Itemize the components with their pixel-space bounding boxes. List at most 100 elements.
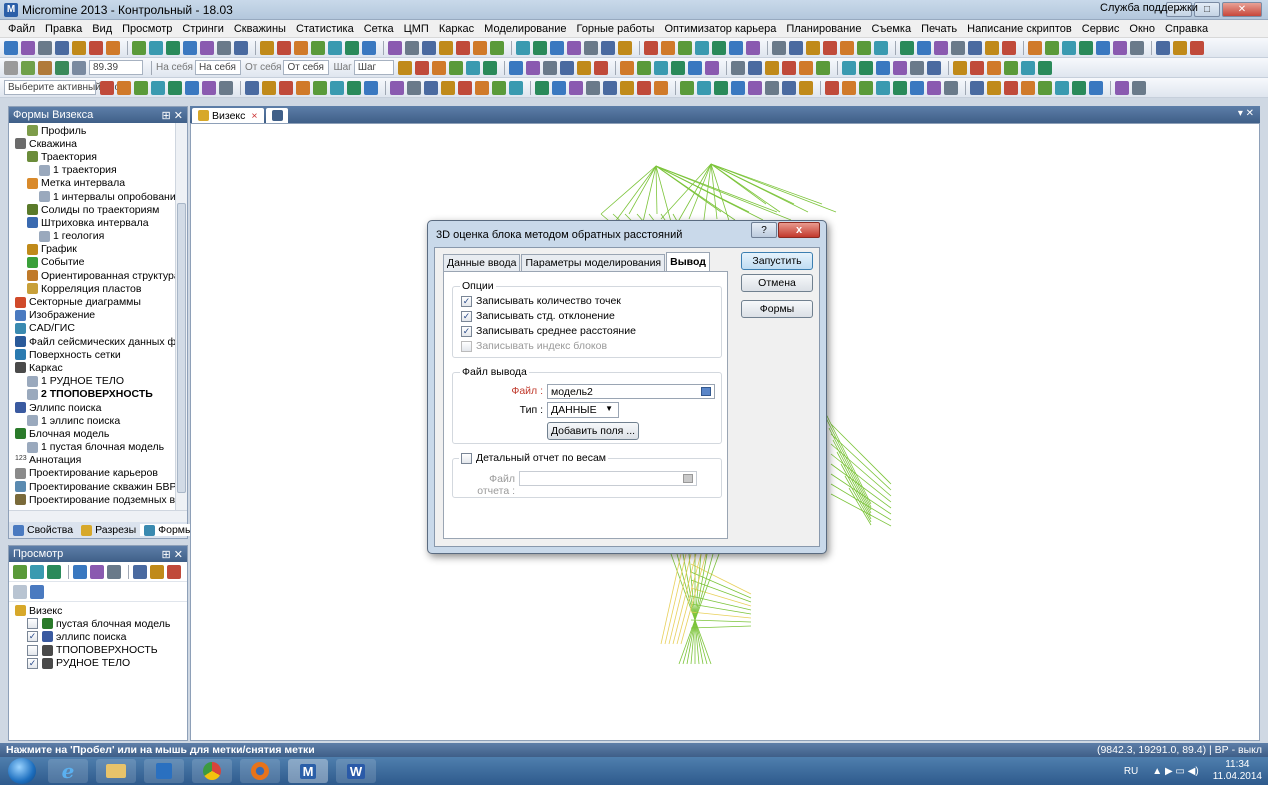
toolbar-icon[interactable]	[654, 80, 668, 95]
toolbar-icon[interactable]	[781, 60, 796, 75]
toolbar-icon[interactable]	[1003, 60, 1018, 75]
toolbar-icon[interactable]	[620, 80, 634, 95]
tree-item[interactable]: График	[9, 243, 175, 256]
toolbar-icon[interactable]	[106, 40, 120, 55]
close-tab-icon[interactable]: ×	[251, 110, 257, 122]
checkbox-box[interactable]: ✓	[461, 295, 472, 307]
active-layer-select[interactable]: Выберите активный слой	[4, 80, 126, 95]
toolbar-icon[interactable]	[535, 80, 549, 95]
toolbar-icon[interactable]	[134, 80, 148, 95]
menu-item[interactable]: Оптимизатор карьера	[660, 23, 782, 35]
toolbar-icon[interactable]	[150, 564, 164, 579]
tree-item[interactable]: Ориентированная структура	[9, 269, 175, 282]
menu-item[interactable]: Файл	[4, 23, 41, 35]
toolbar-icon[interactable]	[637, 80, 651, 95]
toolbar-icon[interactable]	[952, 60, 967, 75]
toolbar-icon[interactable]	[874, 40, 888, 55]
toolbar-icon[interactable]	[1156, 40, 1170, 55]
menu-support[interactable]: Служба поддержки	[1100, 2, 1198, 14]
toolbar-icon[interactable]	[764, 60, 779, 75]
file-picker-icon[interactable]	[701, 387, 711, 396]
write-std-dev-checkbox[interactable]: ✓ Записывать стд. отклонение	[461, 310, 615, 322]
menu-item[interactable]: Каркас	[435, 23, 480, 35]
toolbar-icon[interactable]	[1055, 80, 1069, 95]
toolbar-icon[interactable]	[697, 80, 711, 95]
chrome-icon[interactable]	[192, 759, 232, 783]
toolbar-icon[interactable]	[441, 80, 455, 95]
toolbar-icon[interactable]	[969, 60, 984, 75]
toolbar-icon[interactable]	[985, 40, 999, 55]
toolbar-icon[interactable]	[823, 40, 837, 55]
toolbar-icon[interactable]	[482, 60, 497, 75]
toolbar-icon[interactable]	[636, 60, 651, 75]
toolbar-icon[interactable]	[670, 60, 685, 75]
toolbar-icon[interactable]	[1021, 80, 1035, 95]
refresh-icon[interactable]	[13, 584, 27, 599]
tree-item[interactable]: Поверхность сетки	[9, 348, 175, 361]
toolbar-icon[interactable]	[422, 40, 436, 55]
toolbar-icon[interactable]	[202, 80, 216, 95]
toolbar-icon[interactable]	[151, 80, 165, 95]
tree-item[interactable]: 1 геология	[9, 230, 175, 243]
toolbar-icon[interactable]	[328, 40, 342, 55]
toolbar-icon[interactable]	[397, 60, 412, 75]
toolbar-icon[interactable]	[687, 60, 702, 75]
output-file-input[interactable]: модель2	[547, 384, 715, 399]
tree-item[interactable]: Проектирование скважин БВР	[9, 480, 175, 493]
toolbar-icon[interactable]	[772, 40, 786, 55]
tree-item[interactable]: Эллипс поиска	[9, 401, 175, 414]
toolbar-icon[interactable]	[842, 80, 856, 95]
menu-item[interactable]: Планирование	[782, 23, 867, 35]
tree-item[interactable]: 1 эллипс поиска	[9, 414, 175, 427]
toolbar-icon[interactable]	[746, 40, 760, 55]
forms-vertical-scrollbar[interactable]	[175, 123, 187, 510]
toolbar-icon[interactable]	[857, 40, 871, 55]
toolbar-icon[interactable]	[183, 40, 197, 55]
toolbar-icon[interactable]	[133, 564, 147, 579]
toolbar-icon[interactable]	[330, 80, 344, 95]
checkbox-box[interactable]: ✓	[461, 310, 472, 322]
view-tree-item[interactable]: ✓ РУДНОЕ ТЕЛО	[9, 657, 187, 670]
toolbar-icon[interactable]	[858, 60, 873, 75]
toolbar-icon[interactable]	[680, 80, 694, 95]
toolbar-icon[interactable]	[1096, 40, 1110, 55]
language-indicator[interactable]: RU	[1124, 766, 1138, 777]
menu-item[interactable]: Справка	[1161, 23, 1214, 35]
toolbar-icon[interactable]	[798, 60, 813, 75]
forms-button[interactable]: Формы	[741, 300, 813, 318]
toolbar-icon[interactable]	[917, 40, 931, 55]
toolbar-icon[interactable]	[747, 60, 762, 75]
toolbar-icon[interactable]	[748, 80, 762, 95]
toolbar-icon[interactable]	[260, 40, 274, 55]
tree-item[interactable]: CAD/ГИС	[9, 322, 175, 335]
toolbar-icon[interactable]	[782, 80, 796, 95]
menu-item[interactable]: Сетка	[360, 23, 400, 35]
toolbar-icon[interactable]	[168, 80, 182, 95]
toolbar-icon[interactable]	[296, 80, 310, 95]
tree-item[interactable]: Солиды по траекториям	[9, 203, 175, 216]
tree-item[interactable]: 1 РУДНОЕ ТЕЛО	[9, 375, 175, 388]
tree-item[interactable]: Каркас	[9, 361, 175, 374]
snap-icon[interactable]	[38, 60, 52, 75]
view-tree-item[interactable]: ТПОПОВЕРХНОСТЬ	[9, 644, 187, 657]
toolbar-icon[interactable]	[407, 80, 421, 95]
file-explorer-icon[interactable]	[96, 759, 136, 783]
new-tab-button[interactable]	[265, 108, 288, 123]
toolbar-icon[interactable]	[414, 60, 429, 75]
toolbar-icon[interactable]	[107, 564, 121, 579]
toolbar-icon[interactable]	[73, 564, 87, 579]
toolbar-icon[interactable]	[576, 60, 591, 75]
toolbar-icon[interactable]	[456, 40, 470, 55]
toolbar-icon[interactable]	[926, 60, 941, 75]
toolbar-icon[interactable]	[1045, 40, 1059, 55]
toolbar-icon[interactable]	[117, 80, 131, 95]
tree-item[interactable]: 1 интервалы опробования	[9, 190, 175, 203]
toolbar-icon[interactable]	[695, 40, 709, 55]
toolbar-icon[interactable]	[167, 564, 181, 579]
toolbar-icon[interactable]	[593, 60, 608, 75]
visibility-checkbox[interactable]	[27, 644, 38, 656]
toolbar-icon[interactable]	[584, 40, 598, 55]
towards-input[interactable]: На себя	[194, 60, 241, 75]
toolbar-icon[interactable]	[542, 60, 557, 75]
toolbar-icon[interactable]	[30, 564, 44, 579]
